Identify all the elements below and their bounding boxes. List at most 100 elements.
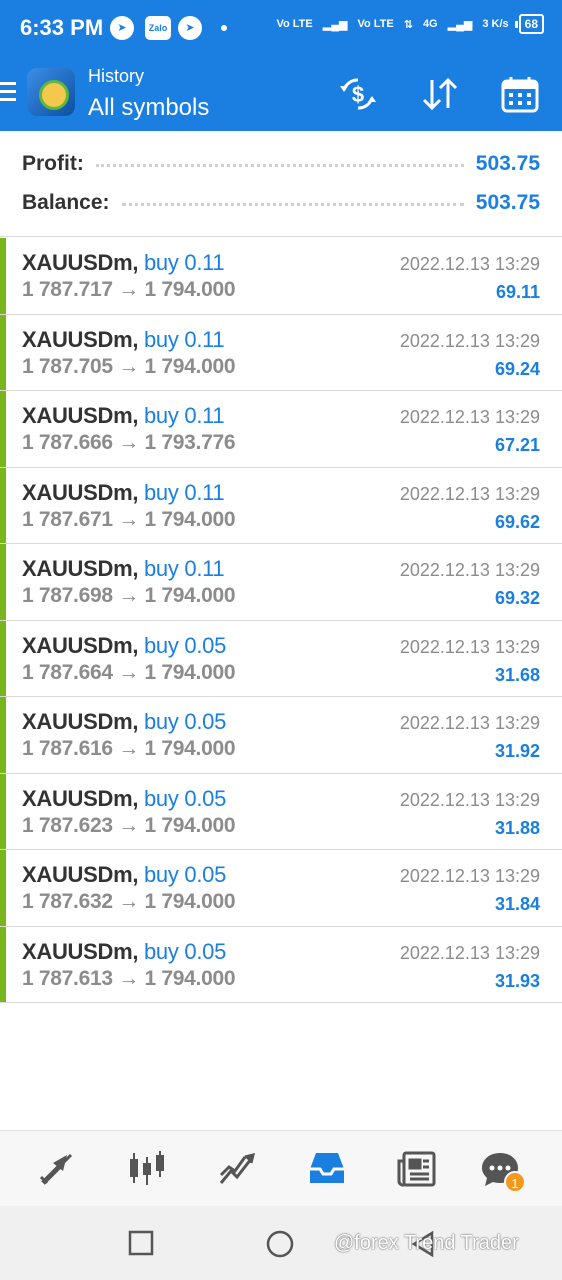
buy-indicator-bar xyxy=(0,697,6,773)
trade-side: buy 0.11 xyxy=(144,479,225,505)
trade-profit: 69.62 xyxy=(494,511,540,532)
trade-date: 2022.12.13 13:29 xyxy=(399,330,540,351)
trade-prices: 1 787.671 → 1 794.000 xyxy=(22,507,236,531)
trade-date: 2022.12.13 13:29 xyxy=(399,866,540,886)
trade-date: 2022.12.13 13:29 xyxy=(399,713,540,733)
home-icon[interactable] xyxy=(266,1230,294,1263)
chat-icon[interactable]: 1 xyxy=(478,1147,526,1193)
chart-icon[interactable] xyxy=(125,1147,169,1191)
buy-indicator-bar xyxy=(0,620,6,696)
speed-label: 3 K/s xyxy=(482,18,509,30)
trade-prices: 1 787.664 → 1 794.000 xyxy=(22,660,236,684)
trade-date: 2022.12.13 13:29 xyxy=(399,483,540,504)
volte-label: Vo LTE xyxy=(276,18,313,30)
trade-profit: 67.21 xyxy=(494,435,540,455)
trade-prices: 1 787.632 → 1 794.000 xyxy=(22,890,236,913)
trade-date: 2022.12.13 13:29 xyxy=(399,407,540,427)
history-icon[interactable] xyxy=(305,1147,349,1191)
page-title[interactable]: All symbols xyxy=(88,94,209,122)
trade-side: buy 0.05 xyxy=(144,709,227,734)
trade-symbol: XAUUSDm, xyxy=(22,938,139,964)
telegram-icon-2: ➤ xyxy=(178,16,202,40)
trade-row[interactable]: XAUUSDm, buy 0.11 1 787.698 → 1 794.000 … xyxy=(0,544,562,621)
trade-profit: 31.88 xyxy=(494,817,540,838)
buy-indicator-bar xyxy=(0,391,6,467)
trade-date: 2022.12.13 13:29 xyxy=(399,789,540,810)
trade-date: 2022.12.13 13:29 xyxy=(399,942,540,963)
trade-side: buy 0.11 xyxy=(144,403,225,428)
trade-date: 2022.12.13 13:29 xyxy=(399,636,540,657)
trade-profit: 69.32 xyxy=(494,588,540,608)
trade-profit: 31.93 xyxy=(494,970,540,991)
news-icon[interactable] xyxy=(395,1147,439,1191)
trade-row[interactable]: XAUUSDm, buy 0.11 1 787.671 → 1 794.000 … xyxy=(0,467,562,544)
trade-side: buy 0.05 xyxy=(144,862,227,887)
trade-prices: 1 787.616 → 1 794.000 xyxy=(22,737,236,760)
dotted-leader xyxy=(121,200,464,206)
trade-row[interactable]: XAUUSDm, buy 0.05 1 787.613 → 1 794.000 … xyxy=(0,926,562,1003)
balance-value: 503.75 xyxy=(475,191,540,214)
trade-profit: 31.84 xyxy=(494,894,540,914)
trade-symbol: XAUUSDm, xyxy=(22,709,139,734)
app-bar: History All symbols $ xyxy=(0,56,562,131)
trade-symbol: XAUUSDm, xyxy=(22,250,139,275)
data-arrows-icon: ⇅ xyxy=(403,18,413,31)
trade-prices: 1 787.623 → 1 794.000 xyxy=(22,813,236,837)
trade-profit: 69.11 xyxy=(495,282,540,302)
trade-side: buy 0.05 xyxy=(144,632,227,658)
trade-icon[interactable] xyxy=(215,1147,259,1191)
trade-symbol: XAUUSDm, xyxy=(22,862,139,887)
trade-prices: 1 787.698 → 1 794.000 xyxy=(22,584,236,607)
buy-indicator-bar xyxy=(0,238,6,314)
chat-badge: 1 xyxy=(504,1171,526,1193)
battery-icon: 68 xyxy=(514,14,544,34)
trade-prices: 1 787.666 → 1 793.776 xyxy=(22,431,236,454)
trade-symbol: XAUUSDm, xyxy=(22,556,139,581)
trade-symbol: XAUUSDm, xyxy=(22,785,139,811)
trade-symbol: XAUUSDm, xyxy=(22,632,139,658)
trade-date: 2022.12.13 13:29 xyxy=(399,560,540,580)
trade-row[interactable]: XAUUSDm, buy 0.05 1 787.632 → 1 794.000 … xyxy=(0,850,562,927)
currency-exchange-icon[interactable]: $ xyxy=(338,74,378,114)
trade-row[interactable]: XAUUSDm, buy 0.05 1 787.664 → 1 794.000 … xyxy=(0,620,562,697)
profit-row: Profit: 503.75 xyxy=(22,149,540,179)
trade-prices: 1 787.705 → 1 794.000 xyxy=(22,354,236,378)
svg-text:$: $ xyxy=(352,82,364,107)
balance-label: Balance: xyxy=(22,191,110,214)
app-logo[interactable] xyxy=(27,68,75,116)
buy-indicator-bar xyxy=(0,926,6,1002)
buy-indicator-bar xyxy=(0,544,6,620)
signal-icon: ▂▄▆ xyxy=(322,18,348,31)
trade-symbol: XAUUSDm, xyxy=(22,403,139,428)
quotes-icon[interactable] xyxy=(35,1147,79,1191)
watermark-text: @forex Trend Trader xyxy=(334,1232,519,1254)
trade-profit: 69.24 xyxy=(494,358,540,379)
page-subtitle: History xyxy=(88,66,145,86)
status-bar: 6:33 PM ➤ Zalo ➤ Vo LTE ▂▄▆ Vo LTE ⇅ 4G … xyxy=(0,0,562,56)
trade-row[interactable]: XAUUSDm, buy 0.05 1 787.616 → 1 794.000 … xyxy=(0,697,562,774)
trade-side: buy 0.05 xyxy=(144,785,227,811)
calendar-icon[interactable] xyxy=(500,74,540,114)
dotted-leader xyxy=(95,161,464,167)
balance-row: Balance: 503.75 xyxy=(22,188,540,218)
profit-label: Profit: xyxy=(22,152,84,175)
buy-indicator-bar xyxy=(0,773,6,849)
status-time: 6:33 PM xyxy=(20,15,104,40)
telegram-icon: ➤ xyxy=(110,16,134,40)
trade-side: buy 0.05 xyxy=(144,938,227,964)
trade-row[interactable]: XAUUSDm, buy 0.11 1 787.717 → 1 794.000 … xyxy=(0,238,562,315)
trade-row[interactable]: XAUUSDm, buy 0.05 1 787.623 → 1 794.000 … xyxy=(0,773,562,850)
recent-apps-icon[interactable] xyxy=(128,1230,154,1261)
bottom-navigation: 1 xyxy=(0,1130,562,1206)
trade-profit: 31.92 xyxy=(494,741,540,761)
buy-indicator-bar xyxy=(0,314,6,390)
trade-row[interactable]: XAUUSDm, buy 0.11 1 787.705 → 1 794.000 … xyxy=(0,314,562,391)
trade-side: buy 0.11 xyxy=(144,556,225,581)
trade-row[interactable]: XAUUSDm, buy 0.11 1 787.666 → 1 793.776 … xyxy=(0,391,562,468)
menu-icon[interactable] xyxy=(0,82,16,106)
trade-prices: 1 787.613 → 1 794.000 xyxy=(22,966,236,990)
buy-indicator-bar xyxy=(0,467,6,543)
buy-indicator-bar xyxy=(0,850,6,926)
notification-dot-icon xyxy=(221,25,227,31)
sort-icon[interactable] xyxy=(420,74,460,114)
